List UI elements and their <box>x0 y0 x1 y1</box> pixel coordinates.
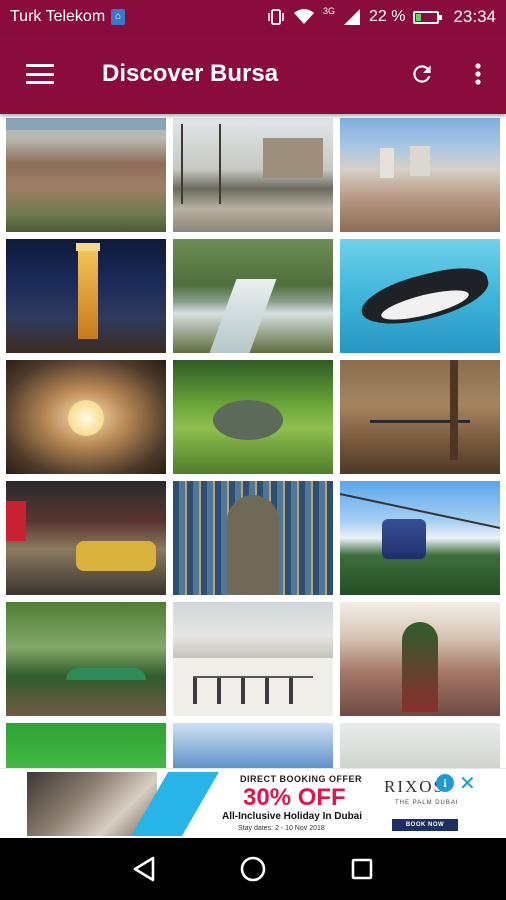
hamburger-menu-icon <box>26 64 54 84</box>
battery-icon <box>413 10 443 24</box>
gallery-tile-green-canopy[interactable] <box>6 723 166 768</box>
system-nav-bar <box>0 838 506 900</box>
gallery-tile-tree-sky[interactable] <box>340 723 500 768</box>
gallery-tile-city-aerial[interactable] <box>6 118 166 232</box>
gallery-tile-ornate-hall[interactable] <box>6 360 166 474</box>
battery-level <box>416 13 422 21</box>
ad-close-icon[interactable]: ✕ <box>459 771 476 796</box>
ad-headline: All-Inclusive Holiday In Dubai <box>222 811 363 822</box>
network-type: 3G <box>322 6 335 16</box>
ad-dates: Stay dates: 2 - 10 Nov 2018 <box>238 825 325 832</box>
more-vertical-icon <box>475 63 481 85</box>
gallery-tile-castle-street[interactable] <box>173 118 333 232</box>
signal-icon <box>343 9 360 25</box>
gallery-tile-forest-cafe[interactable] <box>340 360 500 474</box>
gallery-tile-blue-tiles[interactable] <box>173 723 333 768</box>
ad-info-icon[interactable]: i <box>436 774 454 792</box>
page-title: Discover Bursa <box>102 60 279 87</box>
recents-square-icon <box>351 858 372 880</box>
carrier-name: Turk Telekom <box>10 8 106 25</box>
ad-discount: 30% OFF <box>243 784 346 811</box>
recents-button[interactable] <box>342 849 382 889</box>
ad-banner[interactable]: DIRECT BOOKING OFFER 30% OFF All-Inclusi… <box>0 768 506 838</box>
gallery-tile-park-umbrellas[interactable] <box>6 602 166 716</box>
home-circle-icon <box>240 856 266 882</box>
wifi-icon <box>293 9 314 24</box>
home-button[interactable] <box>233 849 273 889</box>
clock: 23:34 <box>453 7 496 26</box>
gallery-tile-shopping-mall[interactable] <box>340 602 500 716</box>
refresh-icon <box>413 65 431 83</box>
status-bar: Turk Telekom ⌂ 3G 22 % 23:34 <box>0 0 506 34</box>
back-triangle-icon <box>134 856 155 882</box>
gallery-tile-forest-stream[interactable] <box>173 360 333 474</box>
battery-percent: 22 % <box>368 8 406 25</box>
vibrate-icon <box>268 9 284 25</box>
gallery-tile-river-park[interactable] <box>173 239 333 353</box>
back-button[interactable] <box>124 849 164 889</box>
ad-offer-line: DIRECT BOOKING OFFER <box>240 774 362 784</box>
gallery-tile-city-panorama[interactable] <box>340 118 500 232</box>
refresh-button[interactable] <box>394 34 450 114</box>
app-bar-actions <box>394 34 506 114</box>
gallery-tile-cable-car[interactable] <box>340 481 500 595</box>
more-options-button[interactable] <box>450 34 506 114</box>
gallery-tile-penguin[interactable] <box>340 239 500 353</box>
ad-book-now-button[interactable]: BOOK NOW <box>392 819 458 831</box>
ad-decor-stripe <box>130 772 220 836</box>
app-bar: Discover Bursa <box>0 34 506 114</box>
status-indicators: 3G 22 % 23:34 <box>267 6 496 27</box>
gallery-grid[interactable] <box>0 114 506 768</box>
gallery-tile-clock-tower[interactable] <box>6 239 166 353</box>
gallery-tile-historic-mosque[interactable] <box>173 602 333 716</box>
ad-brand-sub: THE PALM DUBAI <box>395 800 459 806</box>
notification-icon: ⌂ <box>111 9 126 25</box>
gallery-tile-automobile-museum[interactable] <box>6 481 166 595</box>
menu-button[interactable] <box>0 34 80 114</box>
gallery-tile-tiled-mihrab[interactable] <box>173 481 333 595</box>
